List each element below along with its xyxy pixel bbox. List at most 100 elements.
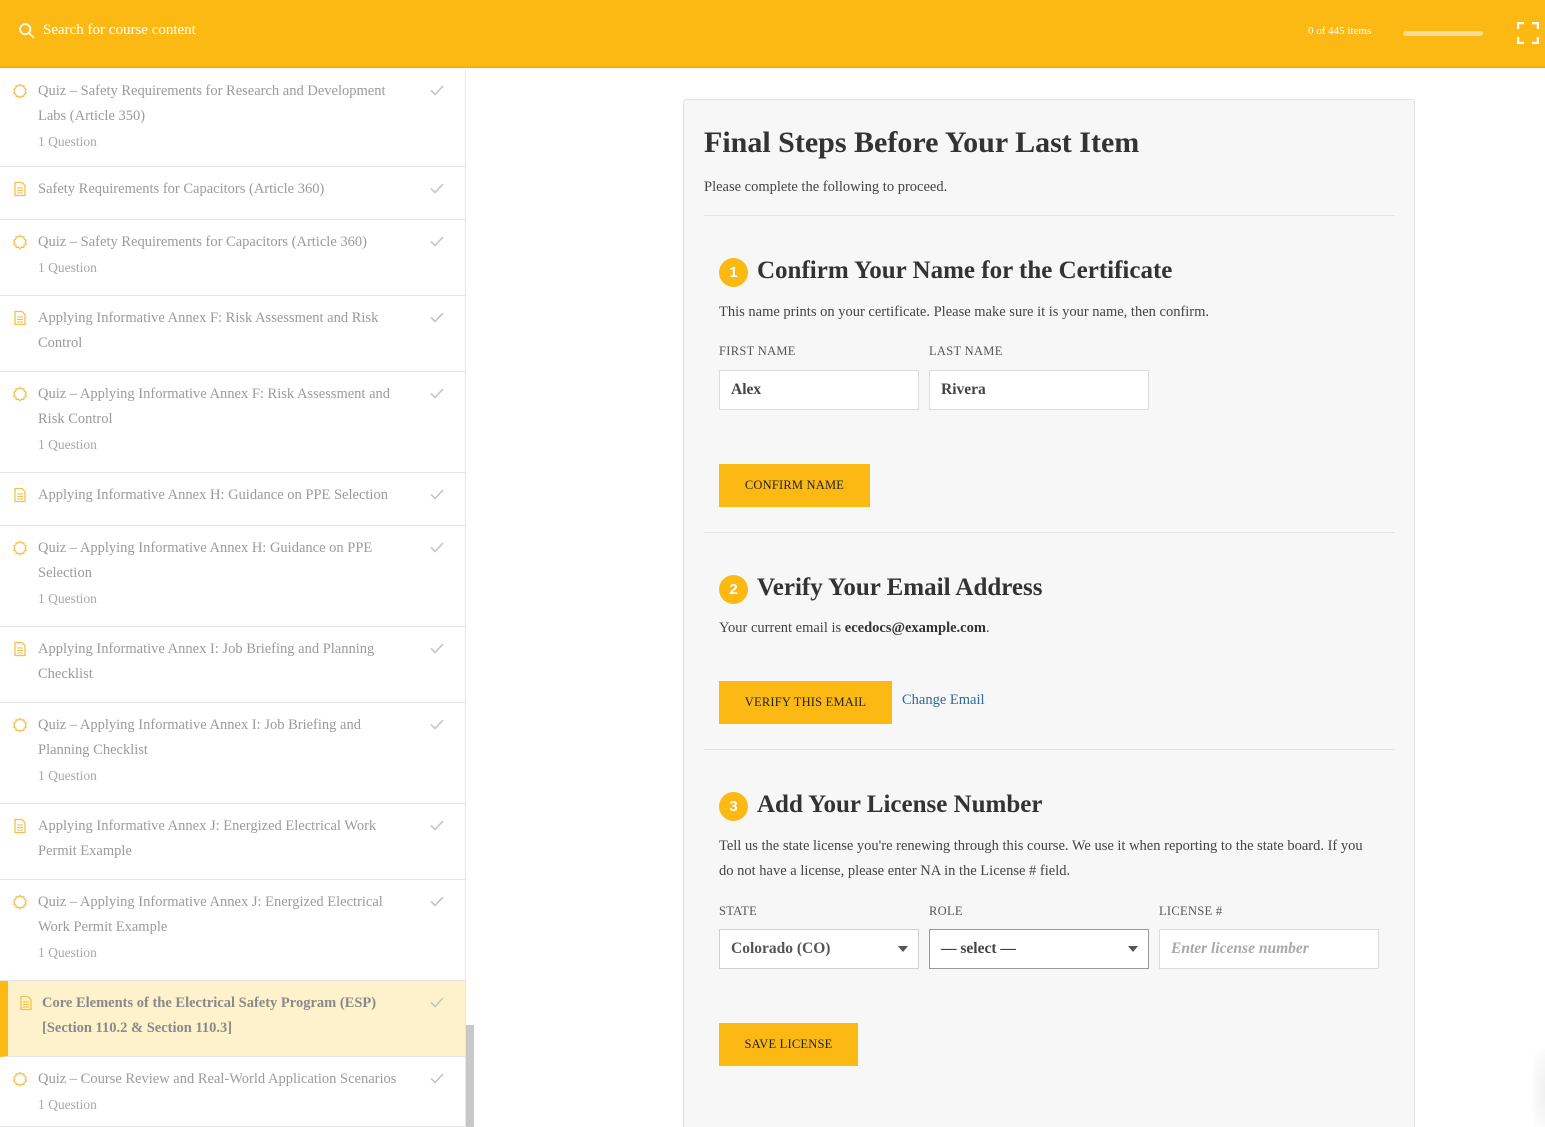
check-icon	[429, 309, 445, 325]
quiz-badge-icon	[12, 1071, 28, 1087]
step-2-description: Your current email is ecedocs@example.co…	[719, 616, 1379, 641]
state-label: STATE	[719, 904, 757, 918]
sidebar-item-title: Quiz – Applying Informative Annex J: Ene…	[38, 894, 383, 935]
check-icon	[429, 539, 445, 555]
check-icon	[429, 486, 445, 502]
course-search[interactable]: Search for course content	[18, 22, 196, 39]
check-icon	[429, 180, 445, 196]
verify-email-button[interactable]: VERIFY THIS EMAIL	[719, 681, 892, 724]
sidebar-item-title: Applying Informative Annex F: Risk Asses…	[38, 310, 379, 351]
sidebar-lesson-item[interactable]: Applying Informative Annex F: Risk Asses…	[0, 296, 465, 372]
save-license-button[interactable]: SAVE LICENSE	[719, 1023, 858, 1066]
last-name-label: LAST NAME	[929, 344, 1003, 358]
sidebar-item-title: Applying Informative Annex J: Energized …	[38, 818, 377, 859]
email-text-suffix: .	[985, 620, 990, 636]
divider	[704, 749, 1395, 750]
current-email: ecedocs@example.com	[844, 620, 986, 636]
sidebar-item-title: Quiz – Safety Requirements for Research …	[38, 83, 386, 124]
quiz-badge-icon	[12, 717, 28, 733]
sidebar-item-title: Quiz – Applying Informative Annex I: Job…	[38, 717, 361, 758]
step-2-header: 2 Verify Your Email Address	[719, 571, 1042, 604]
sidebar-quiz-item[interactable]: Quiz – Applying Informative Annex I: Job…	[0, 703, 465, 804]
step-3-title: Add Your License Number	[757, 790, 1043, 818]
check-icon	[429, 385, 445, 401]
state-select[interactable]: Colorado (CO)	[719, 929, 919, 969]
lesson-document-icon	[18, 995, 34, 1011]
role-select[interactable]: — select —	[929, 929, 1149, 969]
first-name-label: FIRST NAME	[719, 344, 796, 358]
check-icon	[429, 82, 445, 98]
change-email-link[interactable]: Change Email	[902, 692, 985, 709]
fullscreen-icon[interactable]	[1517, 22, 1539, 44]
lesson-document-icon	[12, 818, 28, 834]
sidebar-lesson-item[interactable]: Safety Requirements for Capacitors (Arti…	[0, 167, 465, 220]
sidebar-quiz-item[interactable]: Quiz – Safety Requirements for Capacitor…	[0, 220, 465, 296]
sidebar-lesson-item[interactable]: Applying Informative Annex I: Job Briefi…	[0, 627, 465, 703]
sidebar-item-question-count: 1 Question	[38, 768, 97, 783]
step-2-number: 2	[719, 575, 748, 604]
quiz-badge-icon	[12, 540, 28, 556]
sidebar-item-question-count: 1 Question	[38, 437, 97, 452]
sidebar-quiz-item[interactable]: Quiz – Applying Informative Annex F: Ris…	[0, 372, 465, 473]
license-label: LICENSE #	[1159, 904, 1223, 918]
check-icon	[429, 893, 445, 909]
sidebar-quiz-item[interactable]: Quiz – Safety Requirements for Research …	[0, 69, 465, 167]
course-outline-sidebar: Quiz – Safety Requirements for Research …	[0, 69, 466, 1127]
step-1-number: 1	[719, 258, 748, 287]
divider	[704, 532, 1395, 533]
sidebar-item-question-count: 1 Question	[38, 260, 97, 275]
page-title: Final Steps Before Your Last Item	[704, 126, 1140, 159]
final-steps-panel: Final Steps Before Your Last Item Please…	[683, 99, 1415, 1127]
sidebar-item-title: Quiz – Course Review and Real-World Appl…	[38, 1071, 397, 1087]
quiz-badge-icon	[12, 894, 28, 910]
top-bar: Search for course content 0 of 445 items	[0, 0, 1545, 68]
sidebar-item-title: Core Elements of the Electrical Safety P…	[42, 995, 377, 1036]
step-3-header: 3 Add Your License Number	[719, 788, 1042, 821]
corner-shadow	[1533, 1050, 1545, 1127]
step-1-header: 1 Confirm Your Name for the Certificate	[719, 254, 1172, 287]
sidebar-item-title: Quiz – Applying Informative Annex F: Ris…	[38, 386, 391, 427]
last-name-input[interactable]: Rivera	[929, 370, 1149, 410]
step-2-title: Verify Your Email Address	[757, 573, 1043, 601]
check-icon	[429, 716, 445, 732]
step-3-description: Tell us the state license you're renewin…	[719, 838, 1363, 879]
sidebar-item-title: Applying Informative Annex H: Guidance o…	[38, 487, 388, 503]
first-name-input[interactable]: Alex	[719, 370, 919, 410]
check-icon	[429, 817, 445, 833]
search-placeholder[interactable]: Search for course content	[43, 22, 196, 39]
check-icon	[429, 233, 445, 249]
progress-bar	[1403, 31, 1483, 36]
sidebar-quiz-item[interactable]: Quiz – Course Review and Real-World Appl…	[0, 1057, 465, 1127]
sidebar-item-title: Quiz – Applying Informative Annex H: Gui…	[38, 540, 373, 581]
state-select-value: Colorado (CO)	[731, 940, 831, 957]
chevron-down-icon	[1128, 946, 1138, 952]
sidebar-item-title: Applying Informative Annex I: Job Briefi…	[38, 641, 375, 682]
sidebar-item-question-count: 1 Question	[38, 1097, 97, 1112]
page-intro: Please complete the following to proceed…	[704, 179, 948, 195]
sidebar-item-question-count: 1 Question	[38, 591, 97, 606]
email-text-prefix: Your current email is	[719, 620, 845, 636]
license-number-input[interactable]: Enter license number	[1159, 929, 1379, 969]
lesson-document-icon	[12, 641, 28, 657]
sidebar-lesson-item[interactable]: Applying Informative Annex H: Guidance o…	[0, 473, 465, 526]
sidebar-lesson-item[interactable]: Applying Informative Annex J: Energized …	[0, 804, 465, 880]
sidebar-quiz-item[interactable]: Quiz – Applying Informative Annex H: Gui…	[0, 526, 465, 627]
role-select-value: — select —	[941, 940, 1016, 957]
quiz-badge-icon	[12, 386, 28, 402]
quiz-badge-icon	[12, 83, 28, 99]
lesson-document-icon	[12, 487, 28, 503]
chevron-down-icon	[898, 946, 908, 952]
lesson-document-icon	[12, 181, 28, 197]
quiz-badge-icon	[12, 234, 28, 250]
check-icon	[429, 994, 445, 1010]
sidebar-item-question-count: 1 Question	[38, 134, 97, 149]
sidebar-lesson-item[interactable]: Core Elements of the Electrical Safety P…	[0, 981, 465, 1057]
check-icon	[429, 1070, 445, 1086]
sidebar-scrollbar[interactable]	[466, 1025, 474, 1127]
check-icon	[429, 640, 445, 656]
sidebar-item-title: Quiz – Safety Requirements for Capacitor…	[38, 234, 367, 250]
sidebar-quiz-item[interactable]: Quiz – Applying Informative Annex J: Ene…	[0, 880, 465, 981]
step-1-description: This name prints on your certificate. Pl…	[719, 304, 1210, 320]
sidebar-item-title: Safety Requirements for Capacitors (Arti…	[38, 181, 325, 197]
confirm-name-button[interactable]: CONFIRM NAME	[719, 464, 870, 507]
